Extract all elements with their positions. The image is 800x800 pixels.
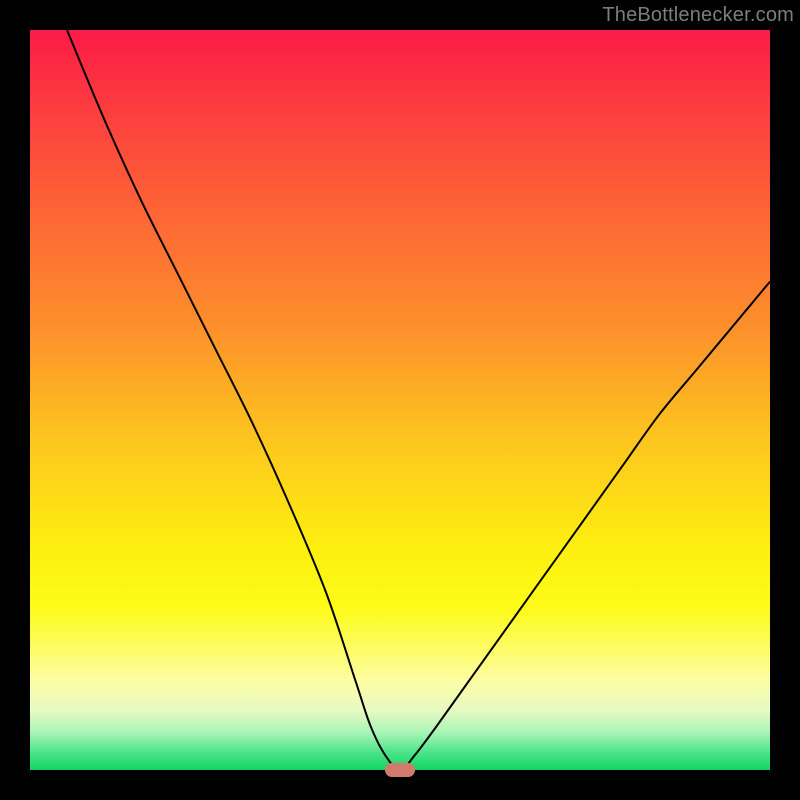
plot-area: [30, 30, 770, 770]
optimal-marker: [385, 763, 415, 777]
watermark-text: TheBottlenecker.com: [602, 4, 794, 27]
chart-frame: TheBottlenecker.com: [0, 0, 800, 800]
bottleneck-curve: [30, 30, 770, 770]
